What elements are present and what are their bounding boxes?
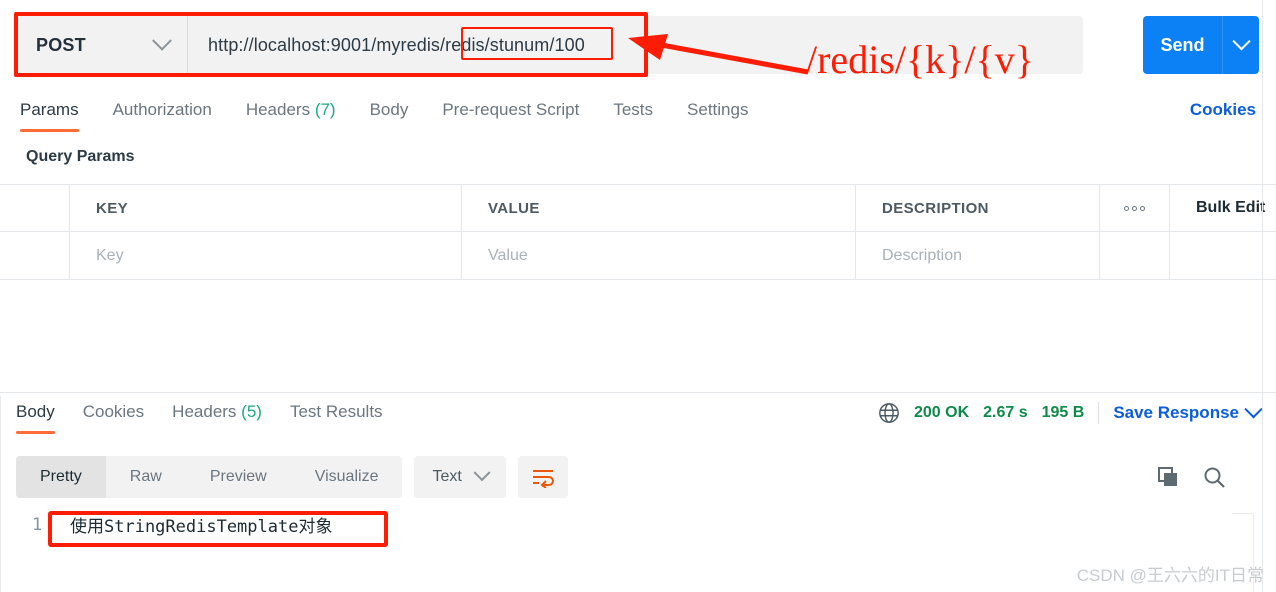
copy-icon[interactable]	[1156, 465, 1180, 489]
section-divider	[0, 392, 1276, 393]
response-tab-body[interactable]: Body	[16, 396, 55, 434]
param-key-placeholder: Key	[96, 246, 124, 264]
bulk-edit-button[interactable]: Bulk Edit	[1170, 185, 1276, 231]
tab-label: Headers	[245, 100, 311, 119]
word-wrap-icon	[532, 470, 554, 488]
select-all-cell	[0, 185, 70, 231]
bulk-edit-label: Bulk Edit	[1196, 199, 1266, 216]
tab-label: Pre-request Script	[442, 100, 580, 119]
chevron-down-icon	[152, 30, 172, 51]
content-type-label: Text	[432, 468, 462, 485]
segment-label: Preview	[209, 468, 267, 485]
response-time: 2.67 s	[983, 404, 1028, 421]
column-header-key: KEY	[70, 185, 462, 231]
chevron-down-icon	[473, 464, 491, 482]
response-tab-test-results[interactable]: Test Results	[290, 396, 383, 434]
annotation-label: /redis/{k}/{v}	[806, 37, 1034, 82]
chevron-down-icon	[1244, 399, 1263, 418]
row-spacer-cell	[1100, 232, 1170, 279]
response-tab-cookies[interactable]: Cookies	[83, 396, 144, 434]
tab-label: Params	[20, 100, 79, 119]
send-options-button[interactable]	[1223, 16, 1259, 74]
response-size: 195 B	[1041, 404, 1085, 421]
segment-label: Pretty	[40, 468, 82, 485]
segment-preview[interactable]: Preview	[186, 456, 291, 498]
content-type-select[interactable]: Text	[414, 456, 506, 498]
tab-tests[interactable]: Tests	[613, 92, 653, 132]
column-header-label: VALUE	[488, 199, 540, 217]
scrollbar-cap	[1232, 513, 1254, 514]
response-tab-headers[interactable]: Headers (5)	[172, 396, 262, 434]
request-url-bar: POST http://localhost:9001/myredis/redis…	[0, 0, 1276, 90]
line-number: 1	[32, 514, 43, 535]
column-header-label: DESCRIPTION	[882, 199, 989, 217]
more-options-icon	[1124, 205, 1145, 211]
tab-label: Settings	[687, 100, 749, 119]
search-icon[interactable]	[1202, 465, 1226, 489]
column-header-value: VALUE	[462, 185, 856, 231]
response-format-toolbar: Pretty Raw Preview Visualize Text	[0, 454, 1276, 500]
row-spacer-cell-2	[1170, 232, 1276, 279]
segment-label: Raw	[129, 468, 162, 485]
segment-pretty[interactable]: Pretty	[16, 456, 106, 498]
save-response-label: Save Response	[1113, 403, 1239, 422]
globe-icon	[879, 403, 899, 423]
tab-params[interactable]: Params	[20, 92, 79, 132]
segment-raw[interactable]: Raw	[106, 456, 186, 498]
send-button[interactable]: Send	[1143, 16, 1259, 74]
word-wrap-button[interactable]	[517, 456, 568, 498]
status-code: 200 OK	[913, 404, 970, 421]
response-status-bar: 200 OK 2.67 s 195 B Save Response	[878, 396, 1263, 424]
tab-label: Body	[369, 100, 409, 119]
tab-body[interactable]: Body	[370, 92, 409, 132]
send-button-label: Send	[1143, 16, 1223, 74]
code-line: 1 使用StringRedisTemplate对象	[20, 512, 333, 538]
save-response-button[interactable]: Save Response	[1113, 399, 1263, 423]
tab-headers[interactable]: Headers (7)	[246, 92, 336, 132]
response-actions	[1156, 465, 1260, 489]
segment-visualize[interactable]: Visualize	[291, 456, 403, 498]
request-tabs: Params Authorization Headers (7) Body Pr…	[0, 92, 1276, 138]
http-method-select[interactable]: POST	[18, 16, 188, 74]
tab-count-badge: (5)	[241, 402, 262, 421]
param-description-placeholder: Description	[882, 246, 963, 264]
query-params-table: KEY VALUE DESCRIPTION Bulk Edit Key Valu…	[0, 184, 1276, 280]
divider	[1098, 402, 1100, 424]
param-key-input[interactable]: Key	[70, 232, 462, 279]
cookies-link[interactable]: Cookies	[1190, 92, 1256, 128]
url-input-value: http://localhost:9001/myredis/redis/stun…	[208, 34, 585, 55]
param-value-placeholder: Value	[488, 246, 528, 264]
column-header-description: DESCRIPTION	[856, 185, 1100, 231]
table-options-button[interactable]	[1100, 185, 1170, 231]
response-tabs: Body Cookies Headers (5) Test Results 20…	[0, 396, 1276, 440]
column-header-label: KEY	[96, 199, 129, 217]
annotation-arrow-icon	[628, 34, 809, 75]
tab-settings[interactable]: Settings	[687, 92, 748, 132]
chevron-down-icon	[1231, 31, 1251, 50]
tab-authorization[interactable]: Authorization	[113, 92, 212, 132]
param-description-input[interactable]: Description	[856, 232, 1100, 279]
param-value-input[interactable]: Value	[462, 232, 856, 279]
query-params-title: Query Params	[26, 148, 135, 165]
line-content: 使用StringRedisTemplate对象	[70, 517, 333, 537]
response-view-segments: Pretty Raw Preview Visualize	[16, 456, 403, 498]
tab-label: Headers	[172, 402, 237, 421]
watermark: CSDN @王六六的IT日常	[1076, 566, 1264, 585]
http-method-label: POST	[36, 34, 86, 55]
tab-label: Body	[16, 402, 55, 421]
row-checkbox-cell[interactable]	[0, 232, 70, 279]
tab-label: Tests	[613, 100, 654, 119]
segment-label: Visualize	[314, 468, 379, 485]
table-header-row: KEY VALUE DESCRIPTION Bulk Edit	[0, 184, 1276, 232]
table-row: Key Value Description	[0, 232, 1276, 280]
tab-label: Cookies	[82, 402, 145, 421]
right-panel-divider	[1262, 0, 1263, 592]
tab-label: Test Results	[289, 402, 383, 421]
tab-count-badge: (7)	[314, 100, 336, 119]
tab-pre-request-script[interactable]: Pre-request Script	[442, 92, 579, 132]
tab-label: Authorization	[112, 100, 212, 119]
